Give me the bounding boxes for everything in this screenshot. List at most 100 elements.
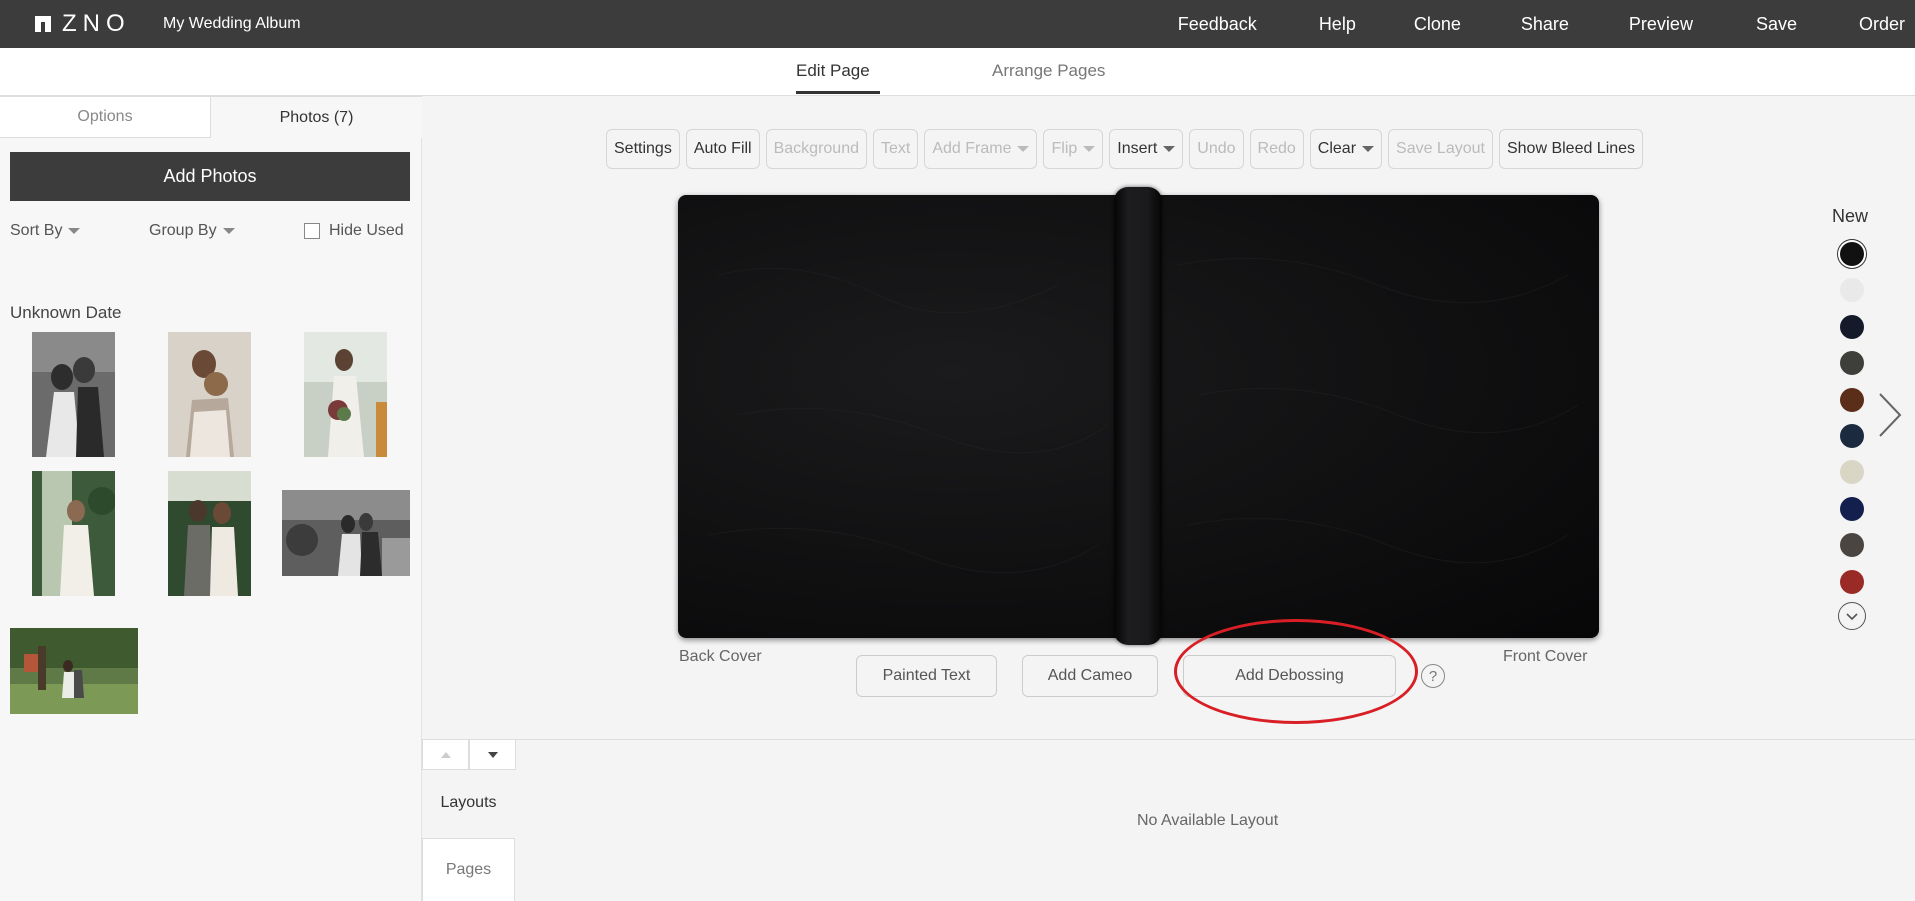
chevron-down-icon [487,751,498,758]
photo-thumbnail[interactable] [168,332,251,457]
text-button[interactable]: Text [873,129,919,169]
settings-button-label: Settings [614,140,672,157]
chevron-down-icon [1163,146,1176,152]
album-spine [1114,187,1162,645]
color-swatch[interactable] [1840,496,1864,521]
text-button-label: Text [881,140,911,157]
group-by-label: Group By [149,222,217,239]
photo-thumbnail[interactable] [32,332,115,457]
panel-collapse-controls [422,740,516,770]
next-page-arrow-icon[interactable] [1874,390,1904,440]
chevron-down-icon [1083,146,1096,152]
photo-thumbnail[interactable] [10,628,138,714]
photo-image [168,332,251,457]
tab-photos[interactable]: Photos (7) [211,96,422,138]
undo-button[interactable]: Undo [1189,129,1244,169]
add-cameo-button[interactable]: Add Cameo [1022,655,1158,697]
chevron-down-icon [1017,146,1030,152]
front-cover-label: Front Cover [1503,648,1588,665]
color-swatch[interactable] [1840,314,1864,339]
group-by-dropdown[interactable]: Group By [149,222,235,240]
flip-label: Flip [1051,140,1078,157]
color-swatch[interactable] [1840,351,1864,376]
photo-image [304,332,387,457]
tab-pages[interactable]: Pages [422,838,515,901]
tab-options[interactable]: Options [0,96,211,138]
active-tab-indicator [796,91,880,94]
color-swatch[interactable] [1840,569,1864,594]
background-button[interactable]: Background [765,129,867,169]
add-debossing-button[interactable]: Add Debossing [1183,655,1396,697]
tab-layouts[interactable]: Layouts [422,773,515,833]
painted-text-button[interactable]: Painted Text [856,655,997,697]
top-bar: ZNO My Wedding Album Feedback Help Clone… [0,0,1915,48]
album-title[interactable]: My Wedding Album [163,15,301,33]
save-button[interactable]: Save [1756,14,1797,35]
back-cover-label: Back Cover [679,648,762,665]
auto-fill-button[interactable]: Auto Fill [685,129,760,169]
photo-thumbnail[interactable] [32,471,115,596]
bottom-panel: Layouts Pages No Available Layout [422,739,1915,901]
photo-group-date: Unknown Date [10,303,122,322]
insert-label: Insert [1117,140,1158,157]
share-button[interactable]: Share [1521,14,1569,35]
logo-text: ZNO [62,10,131,37]
more-colors-button[interactable] [1838,602,1866,630]
redo-label: Redo [1257,140,1296,157]
hide-used-label: Hide Used [329,222,404,239]
color-swatch[interactable] [1840,533,1864,558]
chevron-down-icon [222,228,235,234]
clone-button[interactable]: Clone [1414,14,1461,35]
color-swatch[interactable] [1840,278,1864,303]
flip-dropdown[interactable]: Flip [1043,129,1104,169]
auto-fill-button-label: Auto Fill [693,140,752,157]
color-swatch[interactable] [1840,242,1864,266]
help-link[interactable]: Help [1319,14,1356,35]
redo-button[interactable]: Redo [1249,129,1304,169]
chevron-down-icon [68,228,81,234]
color-swatch[interactable] [1840,424,1864,448]
show-bleed-lines-button[interactable]: Show Bleed Lines [1498,129,1644,169]
settings-button[interactable]: Settings [606,129,680,169]
background-button-label: Background [773,140,859,157]
chevron-down-icon [1362,146,1375,152]
color-swatch[interactable] [1840,387,1864,412]
empty-layout-message: No Available Layout [1137,812,1279,829]
feedback-link[interactable]: Feedback [1178,14,1257,35]
preview-button[interactable]: Preview [1629,14,1693,35]
hide-used-toggle[interactable]: Hide Used [304,222,404,240]
save-layout-button[interactable]: Save Layout [1388,129,1493,169]
photo-thumbnail[interactable] [168,471,251,596]
add-frame-label: Add Frame [932,140,1012,157]
photo-image [32,332,115,457]
color-swatch[interactable] [1840,460,1864,485]
insert-dropdown[interactable]: Insert [1109,129,1184,169]
top-nav: Feedback Help Clone Share Preview Save O… [1178,0,1915,48]
photo-image [282,490,410,576]
save-layout-label: Save Layout [1396,140,1485,157]
help-icon[interactable]: ? [1421,664,1445,688]
hide-used-checkbox[interactable] [304,223,320,239]
chevron-up-icon [440,751,451,758]
sort-by-label: Sort By [10,222,63,239]
panel-collapse-button[interactable] [469,740,516,770]
chevron-down-icon [1846,613,1858,621]
page-mode-tabs: Edit Page Arrange Pages [0,48,1915,96]
photo-thumbnail[interactable] [282,490,410,576]
editor-toolbar: Settings Auto Fill Background Text Add F… [606,129,1644,169]
photo-image [32,471,115,596]
photo-image [10,628,138,714]
clear-dropdown[interactable]: Clear [1309,129,1383,169]
tab-arrange-pages[interactable]: Arrange Pages [992,61,1105,81]
order-button[interactable]: Order [1859,14,1905,35]
show-bleed-lines-label: Show Bleed Lines [1506,140,1636,157]
zno-logo[interactable]: ZNO [34,10,131,37]
sort-by-dropdown[interactable]: Sort By [10,222,81,240]
logo-mark-icon [35,16,51,32]
sidebar-tabs: Options Photos (7) [0,96,422,138]
add-photos-button[interactable]: Add Photos [10,152,410,201]
add-frame-dropdown[interactable]: Add Frame [924,129,1038,169]
panel-expand-button[interactable] [422,740,469,770]
tab-edit-page[interactable]: Edit Page [796,61,870,81]
photo-thumbnail[interactable] [304,332,387,457]
